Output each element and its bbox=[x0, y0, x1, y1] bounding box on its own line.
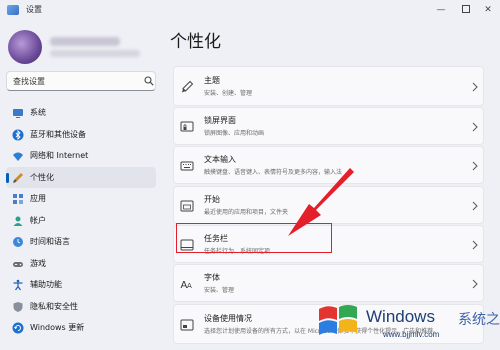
chevron-right-icon bbox=[472, 240, 478, 250]
sidebar-item-label: 辅助功能 bbox=[30, 280, 62, 289]
sidebar-item-personalization[interactable]: 个性化 bbox=[6, 166, 156, 188]
gamepad-icon bbox=[13, 261, 23, 267]
user-profile[interactable] bbox=[6, 28, 156, 68]
watermark-cn: 系统之家 bbox=[458, 312, 500, 328]
account-icon bbox=[13, 216, 23, 226]
maximize-button[interactable] bbox=[456, 2, 476, 18]
lock-screen-icon bbox=[180, 121, 194, 132]
card-subtitle: 安装、管理 bbox=[204, 287, 235, 294]
bluetooth-icon bbox=[12, 129, 24, 140]
chevron-right-icon bbox=[472, 201, 478, 211]
card-start[interactable]: 开始 最近使用的应用和项目，文件夹 bbox=[173, 186, 484, 224]
svg-text:A: A bbox=[187, 282, 192, 290]
sidebar-item-label: 蓝牙和其他设备 bbox=[30, 129, 86, 139]
watermark-url: www.bjjmlv.com bbox=[383, 330, 440, 339]
title-bar: 设置 — ✕ bbox=[0, 0, 500, 20]
sidebar-item-label: 帐户 bbox=[30, 215, 46, 225]
chevron-right-icon bbox=[472, 161, 478, 171]
sidebar-item-network[interactable]: 网络和 Internet bbox=[6, 145, 156, 167]
search-box[interactable] bbox=[6, 71, 156, 91]
sidebar-item-label: 个性化 bbox=[30, 172, 54, 182]
card-title: 文本输入 bbox=[204, 155, 236, 164]
sidebar-item-gaming[interactable]: 游戏 bbox=[6, 253, 156, 275]
brush-icon bbox=[182, 80, 194, 93]
card-lock-screen[interactable]: 锁屏界面 锁屏图像、应用和动画 bbox=[173, 107, 484, 145]
sidebar-item-system[interactable]: 系统 bbox=[6, 102, 156, 124]
brush-icon bbox=[13, 172, 23, 183]
watermark-brand: Windows bbox=[366, 307, 435, 326]
card-subtitle: 触摸键盘、语音键入、表情符号及更多内容，输入法 bbox=[204, 169, 343, 176]
card-subtitle: 安装、创建、管理 bbox=[204, 90, 253, 97]
card-text-input[interactable]: 文本输入 触摸键盘、语音键入、表情符号及更多内容，输入法 bbox=[173, 146, 484, 184]
sidebar-item-accounts[interactable]: 帐户 bbox=[6, 210, 156, 232]
search-icon[interactable] bbox=[144, 76, 154, 86]
sidebar-item-label: 应用 bbox=[30, 194, 46, 203]
card-subtitle: 最近使用的应用和项目，文件夹 bbox=[204, 209, 289, 216]
keyboard-icon bbox=[180, 161, 194, 171]
start-icon bbox=[180, 200, 194, 212]
close-button[interactable]: ✕ bbox=[478, 2, 498, 18]
shield-icon bbox=[13, 301, 23, 312]
sidebar-nav: 系统 蓝牙和其他设备 网络和 Internet 个性化 应用 帐户 时间和语言 bbox=[6, 102, 156, 339]
globe-clock-icon bbox=[13, 237, 23, 247]
sidebar-item-apps[interactable]: 应用 bbox=[6, 188, 156, 210]
apps-icon bbox=[13, 194, 23, 204]
window-title: 设置 bbox=[26, 5, 42, 14]
settings-app-icon bbox=[7, 5, 19, 15]
card-title: 开始 bbox=[204, 195, 220, 204]
card-title: 主题 bbox=[204, 76, 220, 85]
avatar bbox=[8, 30, 42, 64]
search-input[interactable] bbox=[13, 74, 133, 88]
taskbar-highlight-box bbox=[176, 223, 332, 253]
wifi-icon bbox=[13, 152, 23, 161]
sidebar-item-label: Windows 更新 bbox=[30, 323, 85, 332]
chevron-right-icon bbox=[472, 82, 478, 92]
card-title: 锁屏界面 bbox=[204, 116, 236, 125]
sidebar-item-time-language[interactable]: 时间和语言 bbox=[6, 231, 156, 253]
sidebar-item-accessibility[interactable]: 辅助功能 bbox=[6, 274, 156, 296]
font-icon: AA bbox=[181, 280, 193, 291]
chevron-right-icon bbox=[472, 279, 478, 289]
sidebar-item-label: 时间和语言 bbox=[30, 237, 70, 246]
sidebar-item-label: 隐私和安全性 bbox=[30, 301, 78, 311]
chevron-right-icon bbox=[472, 122, 478, 132]
accessibility-icon bbox=[13, 279, 23, 291]
watermark: Windows 系统之家 www.bjjmlv.com bbox=[308, 293, 500, 350]
sidebar-item-privacy[interactable]: 隐私和安全性 bbox=[6, 296, 156, 318]
card-title: 字体 bbox=[204, 273, 220, 282]
card-title: 设备使用情况 bbox=[204, 314, 252, 323]
monitor-icon bbox=[13, 109, 23, 118]
sidebar-item-label: 系统 bbox=[30, 108, 46, 117]
sidebar-item-label: 网络和 Internet bbox=[30, 151, 89, 160]
maximize-icon bbox=[462, 4, 470, 13]
update-icon bbox=[12, 322, 24, 334]
minimize-button[interactable]: — bbox=[431, 2, 451, 18]
card-subtitle: 锁屏图像、应用和动画 bbox=[204, 130, 265, 137]
page-title: 个性化 bbox=[170, 32, 221, 52]
sidebar-item-bluetooth[interactable]: 蓝牙和其他设备 bbox=[6, 124, 156, 146]
user-name-blurred bbox=[50, 37, 120, 46]
sidebar: 系统 蓝牙和其他设备 网络和 Internet 个性化 应用 帐户 时间和语言 bbox=[0, 20, 162, 350]
sidebar-item-label: 游戏 bbox=[30, 258, 46, 268]
device-usage-icon bbox=[180, 319, 194, 331]
sidebar-item-windows-update[interactable]: Windows 更新 bbox=[6, 317, 156, 339]
windows-logo-icon bbox=[319, 305, 357, 335]
user-email-blurred bbox=[50, 50, 140, 57]
card-themes[interactable]: 主题 安装、创建、管理 bbox=[173, 66, 484, 106]
